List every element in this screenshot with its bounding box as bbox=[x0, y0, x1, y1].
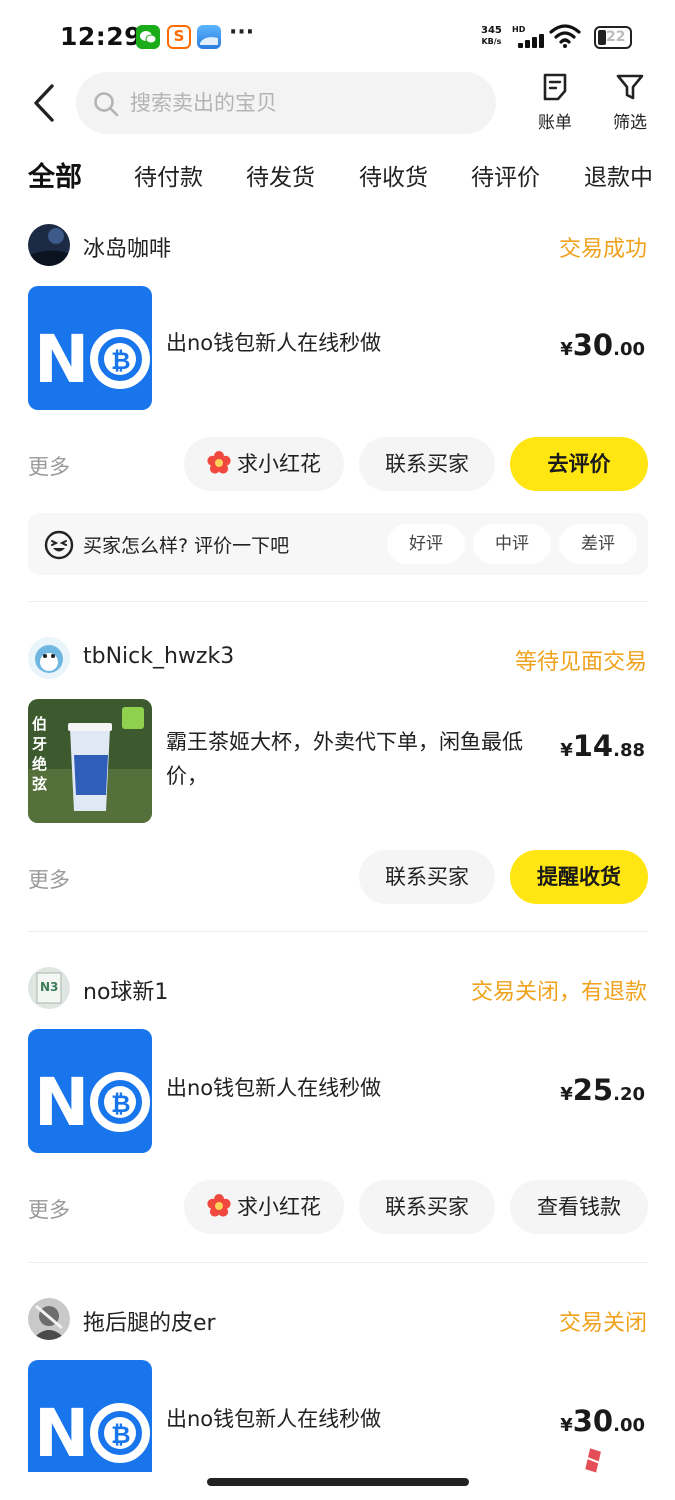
battery-icon: 22 bbox=[594, 26, 632, 49]
weibo-icon: S bbox=[167, 25, 191, 49]
bill-label: 账单 bbox=[538, 113, 572, 133]
order-status: 交易关闭 bbox=[558, 1311, 647, 1336]
order-status: 交易关闭，有退款 bbox=[470, 980, 647, 1005]
watermark-logo bbox=[585, 1448, 604, 1473]
order-card[interactable]: N3 no球新1 交易关闭，有退款 N ₿ 出no钱包新人在线秒做 ¥25.20… bbox=[0, 967, 675, 1247]
svg-text:伯: 伯 bbox=[32, 715, 47, 733]
svg-text:N: N bbox=[34, 321, 89, 398]
product-thumbnail[interactable]: N ₿ bbox=[28, 1360, 152, 1472]
flower-icon bbox=[207, 1194, 231, 1217]
filter-label: 筛选 bbox=[613, 113, 647, 133]
buyer-name: no球新1 bbox=[83, 980, 169, 1005]
more-link[interactable]: 更多 bbox=[28, 1194, 70, 1224]
buyer-name: 拖后腿的皮er bbox=[83, 1311, 216, 1336]
bad-review-chip[interactable]: 差评 bbox=[559, 524, 637, 564]
hd-badge: HD bbox=[512, 25, 526, 34]
bill-icon bbox=[543, 73, 567, 101]
more-link[interactable]: 更多 bbox=[28, 864, 70, 894]
item-title: 出no钱包新人在线秒做 bbox=[166, 1076, 382, 1100]
item-price: ¥30.00 bbox=[560, 328, 645, 362]
rate-buyer-bar: 买家怎么样? 评价一下吧 好评 中评 差评 bbox=[28, 513, 648, 575]
home-indicator[interactable] bbox=[207, 1478, 469, 1486]
tab-pending-shipment[interactable]: 待发货 bbox=[246, 158, 315, 192]
request-flower-button[interactable]: 求小红花 bbox=[184, 1180, 344, 1234]
net-speed: 345 KB/s bbox=[481, 25, 502, 46]
search-icon bbox=[94, 92, 119, 117]
divider bbox=[28, 1262, 648, 1263]
contact-buyer-button[interactable]: 联系买家 bbox=[359, 850, 495, 904]
search-input[interactable] bbox=[130, 84, 470, 122]
tab-all[interactable]: 全部 bbox=[26, 155, 84, 194]
svg-text:N: N bbox=[34, 1064, 89, 1141]
order-tabs: 全部 待付款 待发货 待收货 待评价 退款中 bbox=[0, 150, 675, 202]
request-flower-button[interactable]: 求小红花 bbox=[184, 437, 344, 491]
avatar[interactable] bbox=[28, 1298, 70, 1340]
wifi-icon bbox=[549, 24, 581, 48]
svg-text:牙: 牙 bbox=[32, 735, 47, 753]
item-title: 出no钱包新人在线秒做 bbox=[166, 331, 382, 355]
cloud-icon bbox=[197, 25, 221, 49]
item-price: ¥25.20 bbox=[560, 1073, 645, 1107]
svg-text:N: N bbox=[34, 1395, 89, 1472]
svg-text:₿: ₿ bbox=[111, 1090, 131, 1118]
order-status: 等待见面交易 bbox=[514, 650, 647, 675]
divider bbox=[28, 931, 648, 932]
product-thumbnail[interactable]: 伯 牙 绝 弦 bbox=[28, 699, 152, 823]
divider bbox=[28, 601, 648, 602]
avatar[interactable]: N3 bbox=[28, 967, 70, 1009]
order-card[interactable]: tbNick_hwzk3 等待见面交易 伯 牙 绝 弦 霸王茶姬大杯，外卖代下单… bbox=[0, 637, 675, 917]
filter-button[interactable]: 筛选 bbox=[600, 72, 660, 134]
good-review-chip[interactable]: 好评 bbox=[387, 524, 465, 564]
item-title: 霸王茶姬大杯，外卖代下单，闲鱼最低价， bbox=[166, 730, 523, 788]
view-payment-button[interactable]: 查看钱款 bbox=[510, 1180, 648, 1234]
smiley-face-icon bbox=[44, 530, 74, 560]
item-title: 出no钱包新人在线秒做 bbox=[166, 1407, 382, 1431]
clock: 12:29 bbox=[60, 22, 143, 51]
neutral-review-chip[interactable]: 中评 bbox=[473, 524, 551, 564]
chevron-left-icon bbox=[34, 84, 54, 122]
product-thumbnail[interactable]: N ₿ bbox=[28, 286, 152, 410]
tab-pending-receipt[interactable]: 待收货 bbox=[359, 158, 428, 192]
svg-text:绝: 绝 bbox=[32, 755, 47, 773]
buyer-name: 冰岛咖啡 bbox=[83, 237, 172, 262]
contact-buyer-button[interactable]: 联系买家 bbox=[359, 437, 495, 491]
filter-icon bbox=[616, 74, 644, 100]
tab-pending-review[interactable]: 待评价 bbox=[471, 158, 540, 192]
status-bar: 12:29 S ··· 345 KB/s HD 22 bbox=[0, 0, 675, 72]
remind-receipt-button[interactable]: 提醒收货 bbox=[510, 850, 648, 904]
avatar[interactable] bbox=[28, 224, 70, 266]
signal-icon bbox=[512, 34, 544, 48]
more-notifications-icon: ··· bbox=[229, 20, 255, 45]
product-thumbnail[interactable]: N ₿ bbox=[28, 1029, 152, 1153]
search-bar[interactable] bbox=[76, 72, 496, 134]
svg-text:N3: N3 bbox=[40, 980, 58, 994]
order-card[interactable]: 冰岛咖啡 交易成功 N ₿ 出no钱包新人在线秒做 ¥30.00 更多 求小红花… bbox=[0, 224, 675, 584]
buyer-name: tbNick_hwzk3 bbox=[83, 644, 235, 669]
avatar[interactable] bbox=[28, 637, 70, 679]
svg-text:₿: ₿ bbox=[111, 1421, 131, 1449]
wechat-icon bbox=[136, 25, 160, 49]
review-button[interactable]: 去评价 bbox=[510, 437, 648, 491]
item-price: ¥14.88 bbox=[560, 729, 645, 763]
more-link[interactable]: 更多 bbox=[28, 451, 70, 481]
back-button[interactable] bbox=[28, 82, 64, 124]
tab-pending-payment[interactable]: 待付款 bbox=[134, 158, 203, 192]
flower-icon bbox=[207, 451, 231, 474]
order-status: 交易成功 bbox=[558, 237, 647, 262]
contact-buyer-button[interactable]: 联系买家 bbox=[359, 1180, 495, 1234]
svg-text:弦: 弦 bbox=[32, 775, 47, 793]
rate-prompt: 买家怎么样? 评价一下吧 bbox=[83, 535, 290, 557]
bill-button[interactable]: 账单 bbox=[525, 72, 585, 134]
svg-text:₿: ₿ bbox=[111, 347, 131, 375]
tab-refunding[interactable]: 退款中 bbox=[584, 158, 653, 192]
